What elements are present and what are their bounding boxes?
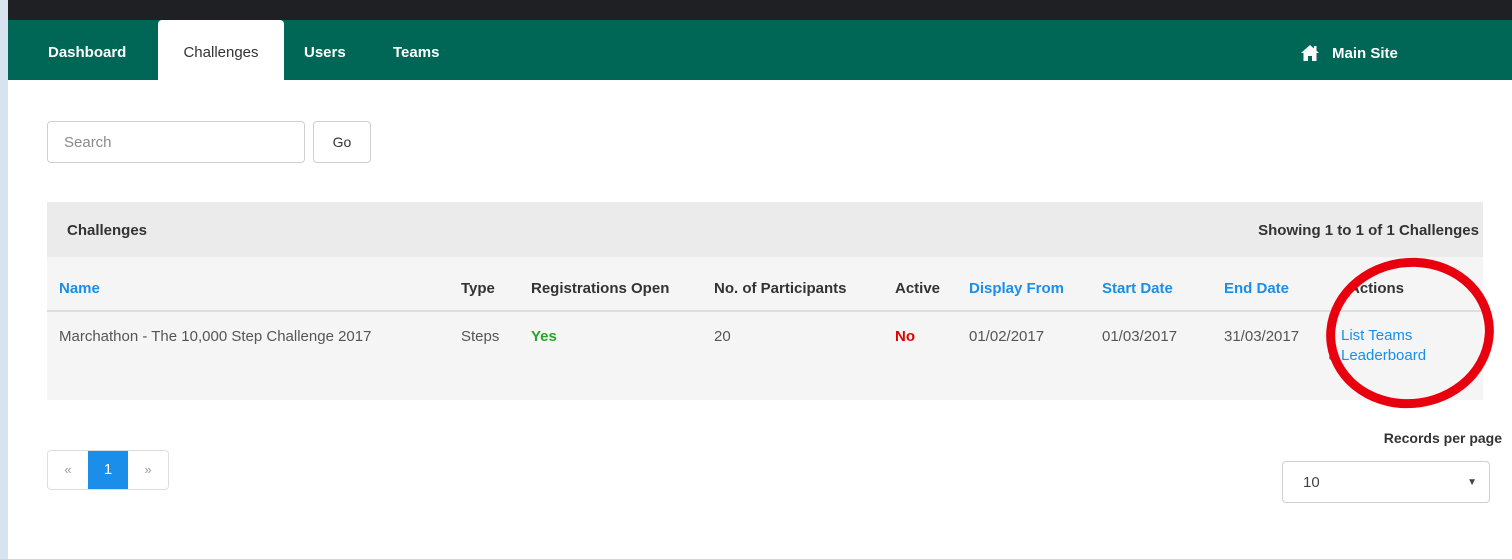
page-frame: Dashboard Challenges Users Teams Main Si… [8, 0, 1512, 559]
browser-topbar [8, 0, 1512, 20]
records-per-page-value: 10 [1303, 473, 1320, 491]
column-header-actions: Actions [1349, 280, 1405, 297]
prev-page-button[interactable]: « [48, 451, 88, 489]
pagination: « 1 » [47, 450, 169, 490]
actions-list: List Teams Leaderboard [1325, 326, 1426, 366]
cell-active: No [895, 328, 915, 345]
column-header-registrations: Registrations Open [531, 280, 670, 297]
search-input[interactable] [47, 121, 305, 163]
column-header-display-from[interactable]: Display From [969, 280, 1064, 297]
home-icon [1301, 45, 1319, 61]
list-teams-link[interactable]: List Teams [1325, 326, 1426, 346]
column-header-start-date[interactable]: Start Date [1102, 280, 1173, 297]
records-per-page-label: Records per page [1383, 430, 1502, 446]
main-site-label: Main Site [1332, 44, 1398, 62]
cell-start-date: 01/03/2017 [1102, 328, 1178, 345]
column-header-name[interactable]: Name [59, 280, 100, 297]
column-header-end-date[interactable]: End Date [1224, 280, 1289, 297]
chevron-down-icon: ▼ [1467, 476, 1477, 488]
cell-type: Steps [461, 328, 500, 345]
cell-end-date: 31/03/2017 [1224, 328, 1300, 345]
panel-title: Challenges [67, 222, 148, 239]
nav-item-teams[interactable]: Teams [393, 20, 439, 80]
header-divider [47, 310, 1483, 312]
nav-item-dashboard[interactable]: Dashboard [48, 20, 126, 80]
column-header-type: Type [461, 280, 495, 297]
column-header-active: Active [895, 280, 941, 297]
nav-item-challenges[interactable]: Challenges [158, 20, 284, 82]
results-count: Showing 1 to 1 of 1 Challenges [1258, 222, 1479, 239]
column-header-participants: No. of Participants [714, 280, 847, 297]
main-nav: Dashboard Challenges Users Teams Main Si… [8, 20, 1512, 82]
challenges-panel: Challenges Showing 1 to 1 of 1 Challenge… [47, 202, 1483, 400]
go-button[interactable]: Go [313, 121, 371, 163]
leaderboard-link[interactable]: Leaderboard [1325, 346, 1426, 366]
cell-participants: 20 [714, 328, 731, 345]
cell-registrations: Yes [531, 328, 557, 345]
next-page-button[interactable]: » [128, 451, 168, 489]
cell-display-from: 01/02/2017 [969, 328, 1045, 345]
page-1-button[interactable]: 1 [88, 451, 128, 489]
main-site-link[interactable]: Main Site [1300, 42, 1398, 64]
cell-name: Marchathon - The 10,000 Step Challenge 2… [59, 328, 372, 345]
records-per-page-select[interactable]: 10 ▼ [1282, 461, 1490, 503]
nav-item-users[interactable]: Users [304, 20, 346, 80]
panel-header: Challenges Showing 1 to 1 of 1 Challenge… [47, 202, 1483, 257]
